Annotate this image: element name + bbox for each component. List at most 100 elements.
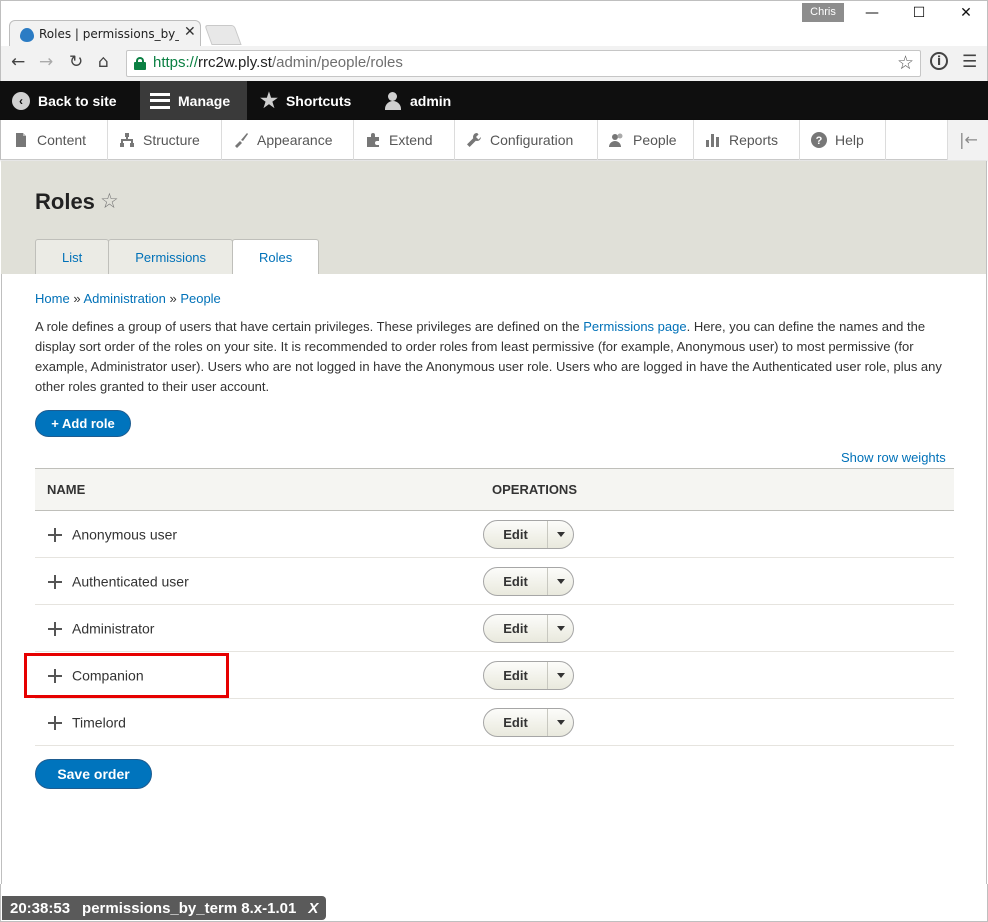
role-name: Anonymous user xyxy=(72,526,178,543)
save-order-button[interactable]: Save order xyxy=(35,759,152,789)
chevron-down-icon xyxy=(556,578,565,584)
tray-label-configuration: Configuration xyxy=(490,132,574,148)
drupal-favicon-icon xyxy=(20,28,34,42)
shortcuts-tab[interactable]: ★ Shortcuts xyxy=(250,81,361,120)
puzzle-icon xyxy=(367,133,379,147)
reload-icon[interactable]: ↻ xyxy=(69,52,83,72)
tray-label-extend: Extend xyxy=(389,132,433,148)
star-icon: ★ xyxy=(260,90,278,112)
info-icon[interactable]: i xyxy=(930,52,948,70)
new-tab-button[interactable] xyxy=(204,25,242,45)
breadcrumb: Home » Administration » People xyxy=(35,291,221,306)
edit-button[interactable]: Edit xyxy=(484,520,548,548)
people-icon xyxy=(609,133,623,147)
add-role-button[interactable]: + Add role xyxy=(35,410,131,437)
drag-handle-icon[interactable] xyxy=(48,621,62,636)
dropdown-toggle[interactable] xyxy=(548,568,573,595)
profile-name[interactable]: Chris xyxy=(802,3,844,22)
role-name: Administrator xyxy=(72,620,155,637)
overlay-close-icon[interactable]: X xyxy=(308,900,318,917)
tray-label-reports: Reports xyxy=(729,132,779,148)
browser-titlebar: Roles | permissions_by_ter ✕ Chris — ☐ ✕ xyxy=(0,0,988,48)
forward-arrow-icon[interactable]: → xyxy=(39,52,53,72)
chevron-down-icon xyxy=(556,719,565,725)
dropdown-toggle[interactable] xyxy=(548,662,573,689)
back-to-site-link[interactable]: ‹ Back to site xyxy=(2,81,127,120)
dropdown-toggle[interactable] xyxy=(548,521,573,548)
user-tab[interactable]: admin xyxy=(374,81,461,120)
url-path: /admin/people/roles xyxy=(271,54,403,71)
breadcrumb-separator: » xyxy=(73,291,81,306)
browser-menu-icon[interactable]: ☰ xyxy=(962,52,977,72)
sitemap-icon xyxy=(120,133,134,147)
role-name-cell: Timelord xyxy=(35,698,480,746)
tray-label-content: Content xyxy=(37,132,87,148)
operations-dropbutton: Edit xyxy=(483,519,574,549)
tab-list[interactable]: List xyxy=(35,239,110,274)
drag-handle-icon[interactable] xyxy=(48,715,62,730)
close-window-icon[interactable]: ✕ xyxy=(954,5,978,25)
breadcrumb-administration[interactable]: Administration xyxy=(83,291,165,306)
manage-tab[interactable]: Manage xyxy=(140,81,247,120)
table-header-row: NAME OPERATIONS xyxy=(35,468,954,511)
dropdown-toggle[interactable] xyxy=(548,709,573,736)
document-icon xyxy=(16,133,26,147)
collapse-tray-icon[interactable]: |← xyxy=(947,120,988,160)
operations-cell: Edit xyxy=(480,510,954,558)
tray-item-reports[interactable]: Reports xyxy=(693,120,800,160)
drag-handle-icon[interactable] xyxy=(48,574,62,589)
address-bar[interactable]: https://rrc2w.ply.st/admin/people/roles … xyxy=(126,50,921,77)
operations-dropbutton: Edit xyxy=(483,660,574,690)
breadcrumb-people[interactable]: People xyxy=(180,291,220,306)
tab-permissions[interactable]: Permissions xyxy=(108,239,234,274)
overlay-label: permissions_by_term 8.x-1.01 xyxy=(82,899,297,917)
help-text: A role defines a group of users that hav… xyxy=(35,317,960,397)
tray-item-people[interactable]: People xyxy=(597,120,694,160)
table-row: Timelord Edit xyxy=(35,698,954,746)
role-name-cell: Anonymous user xyxy=(35,510,480,558)
shortcuts-label: Shortcuts xyxy=(285,92,352,109)
table-row: Administrator Edit xyxy=(35,604,954,652)
home-icon[interactable]: ⌂ xyxy=(98,52,109,72)
operations-dropbutton: Edit xyxy=(483,707,574,737)
tray-label-appearance: Appearance xyxy=(257,132,333,148)
tray-item-appearance[interactable]: Appearance xyxy=(221,120,354,160)
brush-icon xyxy=(235,133,248,148)
column-header-operations: OPERATIONS xyxy=(480,468,954,511)
drag-handle-icon[interactable] xyxy=(48,527,62,542)
tab-roles[interactable]: Roles xyxy=(232,239,320,275)
primary-tabs: List Permissions Roles xyxy=(35,239,320,275)
role-name-cell: Administrator xyxy=(35,604,480,652)
url-text[interactable]: https://rrc2w.ply.st/admin/people/roles xyxy=(153,54,403,71)
tray-item-structure[interactable]: Structure xyxy=(107,120,222,160)
tab-title: Roles | permissions_by_ter xyxy=(39,27,179,41)
tray-item-configuration[interactable]: Configuration xyxy=(454,120,598,160)
chevron-down-icon xyxy=(556,625,565,631)
role-name: Authenticated user xyxy=(72,573,189,590)
breadcrumb-home[interactable]: Home xyxy=(35,291,70,306)
shortcut-star-icon[interactable]: ☆ xyxy=(100,189,119,213)
user-label: admin xyxy=(410,92,452,109)
wrench-icon xyxy=(467,133,481,147)
user-icon xyxy=(384,91,402,110)
chevron-down-icon xyxy=(556,672,565,678)
show-row-weights-link[interactable]: Show row weights xyxy=(841,450,946,465)
edit-button[interactable]: Edit xyxy=(484,567,548,595)
edit-button[interactable]: Edit xyxy=(484,708,548,736)
maximize-icon[interactable]: ☐ xyxy=(907,5,931,25)
back-arrow-icon[interactable]: ← xyxy=(11,52,25,72)
tray-item-content[interactable]: Content xyxy=(1,120,108,160)
page-header: Roles ☆ List Permissions Roles xyxy=(1,161,987,275)
tab-close-icon[interactable]: ✕ xyxy=(184,24,196,40)
tray-item-extend[interactable]: Extend xyxy=(353,120,455,160)
recording-overlay: 20:38:53 permissions_by_term 8.x-1.01 X xyxy=(2,896,327,920)
edit-button[interactable]: Edit xyxy=(484,661,548,689)
tray-item-help[interactable]: ? Help xyxy=(799,120,886,160)
minimize-icon[interactable]: — xyxy=(860,5,884,25)
dropdown-toggle[interactable] xyxy=(548,615,573,642)
browser-tab[interactable]: Roles | permissions_by_ter ✕ xyxy=(9,20,201,48)
permissions-page-link[interactable]: Permissions page xyxy=(583,319,686,334)
drag-handle-icon[interactable] xyxy=(48,668,62,683)
bookmark-star-icon[interactable]: ☆ xyxy=(897,52,914,74)
edit-button[interactable]: Edit xyxy=(484,614,548,642)
